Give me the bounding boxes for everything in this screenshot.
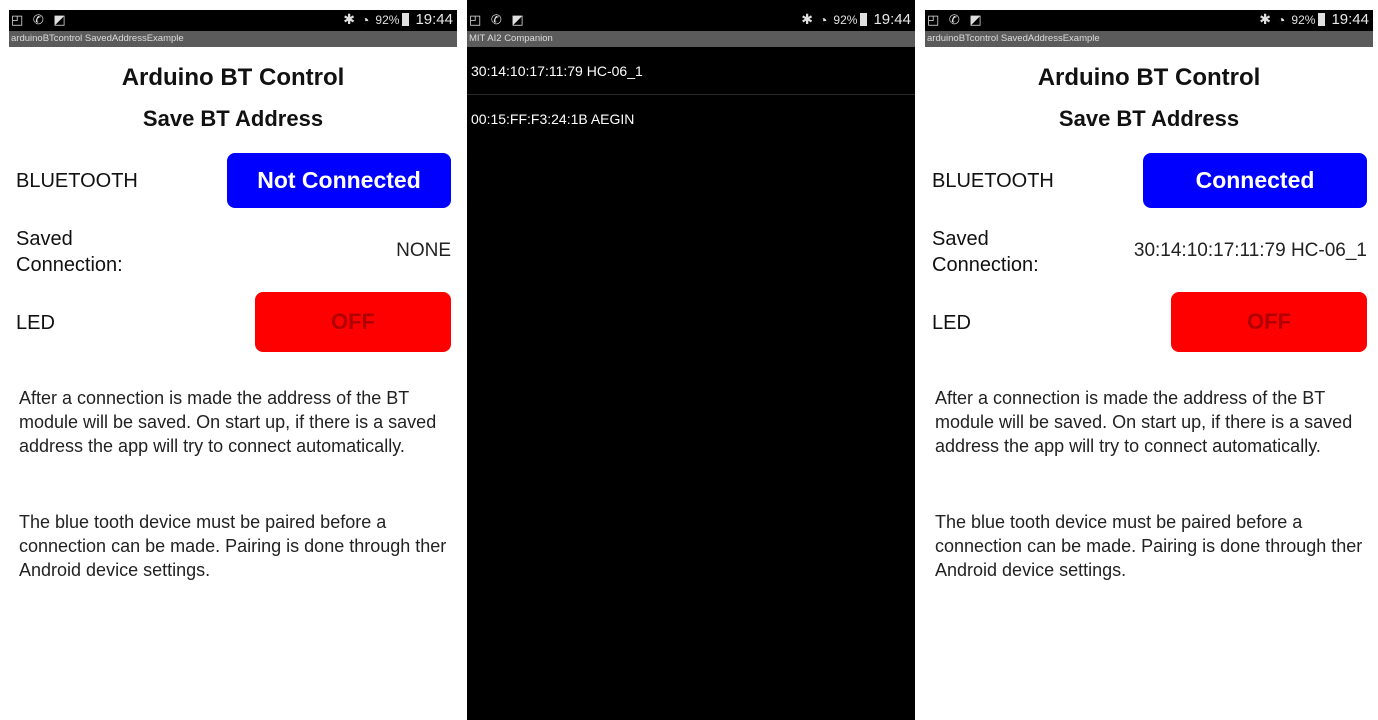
- app-titlebar: arduinoBTcontrol SavedAddressExample: [9, 31, 457, 47]
- saved-connection-value: NONE: [396, 240, 451, 261]
- pairing-paragraph: The blue tooth device must be paired bef…: [19, 512, 447, 580]
- bluetooth-connect-button[interactable]: Not Connected: [227, 153, 451, 208]
- clock: 19:44: [415, 11, 453, 28]
- led-label: LED: [16, 312, 55, 334]
- battery-icon: [860, 13, 868, 26]
- app-titlebar: MIT AI2 Companion: [467, 31, 915, 47]
- bluetooth-icon: ✱: [801, 11, 813, 27]
- bluetooth-icon: ✱: [343, 11, 355, 27]
- clock: 19:44: [873, 11, 911, 28]
- device-list-item[interactable]: 00:15:FF:F3:24:1B AEGIN: [467, 95, 915, 143]
- status-bar: ◰ ✆ ◩ ✱ ◔ 92% 19:44: [925, 10, 1373, 31]
- bluetooth-label: BLUETOOTH: [16, 170, 138, 192]
- app-titlebar: arduinoBTcontrol SavedAddressExample: [925, 31, 1373, 47]
- app-subtitle: Save BT Address: [1058, 106, 1240, 131]
- status-indicators: ✱ ◔ 92% 19:44: [801, 11, 911, 28]
- wifi-icon: ◔: [1276, 11, 1286, 28]
- app-subtitle: Save BT Address: [142, 106, 324, 131]
- battery-percent: 92%: [375, 12, 400, 27]
- app-title: Arduino BT Control: [1037, 64, 1261, 91]
- saved-connection-label: Saved Connection:: [16, 228, 123, 276]
- led-toggle-button[interactable]: OFF: [1171, 292, 1367, 352]
- battery-percent: 92%: [833, 12, 858, 27]
- notification-icons: ◰ ✆ ◩: [927, 12, 985, 27]
- device-picker-screen: ◰ ✆ ◩ ✱ ◔ 92% 19:44 MIT AI2 Companion 30…: [467, 0, 915, 720]
- info-paragraph: After a connection is made the address o…: [19, 388, 437, 456]
- status-indicators: ✱ ◔ 92% 19:44: [343, 11, 453, 28]
- app-screen-connected: ◰ ✆ ◩ ✱ ◔ 92% 19:44 arduinoBTcontrol Sav…: [925, 0, 1373, 720]
- info-paragraph: After a connection is made the address o…: [935, 388, 1353, 456]
- status-bar: ◰ ✆ ◩ ✱ ◔ 92% 19:44: [467, 10, 915, 31]
- app-screen-not-connected: ◰ ✆ ◩ ✱ ◔ 92% 19:44 arduinoBTcontrol Sav…: [9, 0, 457, 720]
- bluetooth-connect-button[interactable]: Connected: [1143, 153, 1367, 208]
- battery-percent: 92%: [1291, 12, 1316, 27]
- bluetooth-label: BLUETOOTH: [932, 170, 1054, 192]
- led-label: LED: [932, 312, 971, 334]
- notification-icons: ◰ ✆ ◩: [469, 12, 527, 27]
- wifi-icon: ◔: [818, 11, 828, 28]
- device-list-item[interactable]: 30:14:10:17:11:79 HC-06_1: [467, 47, 915, 95]
- notification-icons: ◰ ✆ ◩: [11, 12, 69, 27]
- battery-icon: [402, 13, 410, 26]
- app-title: Arduino BT Control: [121, 64, 345, 91]
- bluetooth-icon: ✱: [1259, 11, 1271, 27]
- clock: 19:44: [1331, 11, 1369, 28]
- battery-icon: [1318, 13, 1326, 26]
- saved-connection-label: Saved Connection:: [932, 228, 1039, 276]
- led-toggle-button[interactable]: OFF: [255, 292, 451, 352]
- status-indicators: ✱ ◔ 92% 19:44: [1259, 11, 1369, 28]
- saved-connection-value: 30:14:10:17:11:79 HC-06_1: [1133, 240, 1367, 261]
- wifi-icon: ◔: [360, 11, 370, 28]
- pairing-paragraph: The blue tooth device must be paired bef…: [935, 512, 1363, 580]
- status-bar: ◰ ✆ ◩ ✱ ◔ 92% 19:44: [9, 10, 457, 31]
